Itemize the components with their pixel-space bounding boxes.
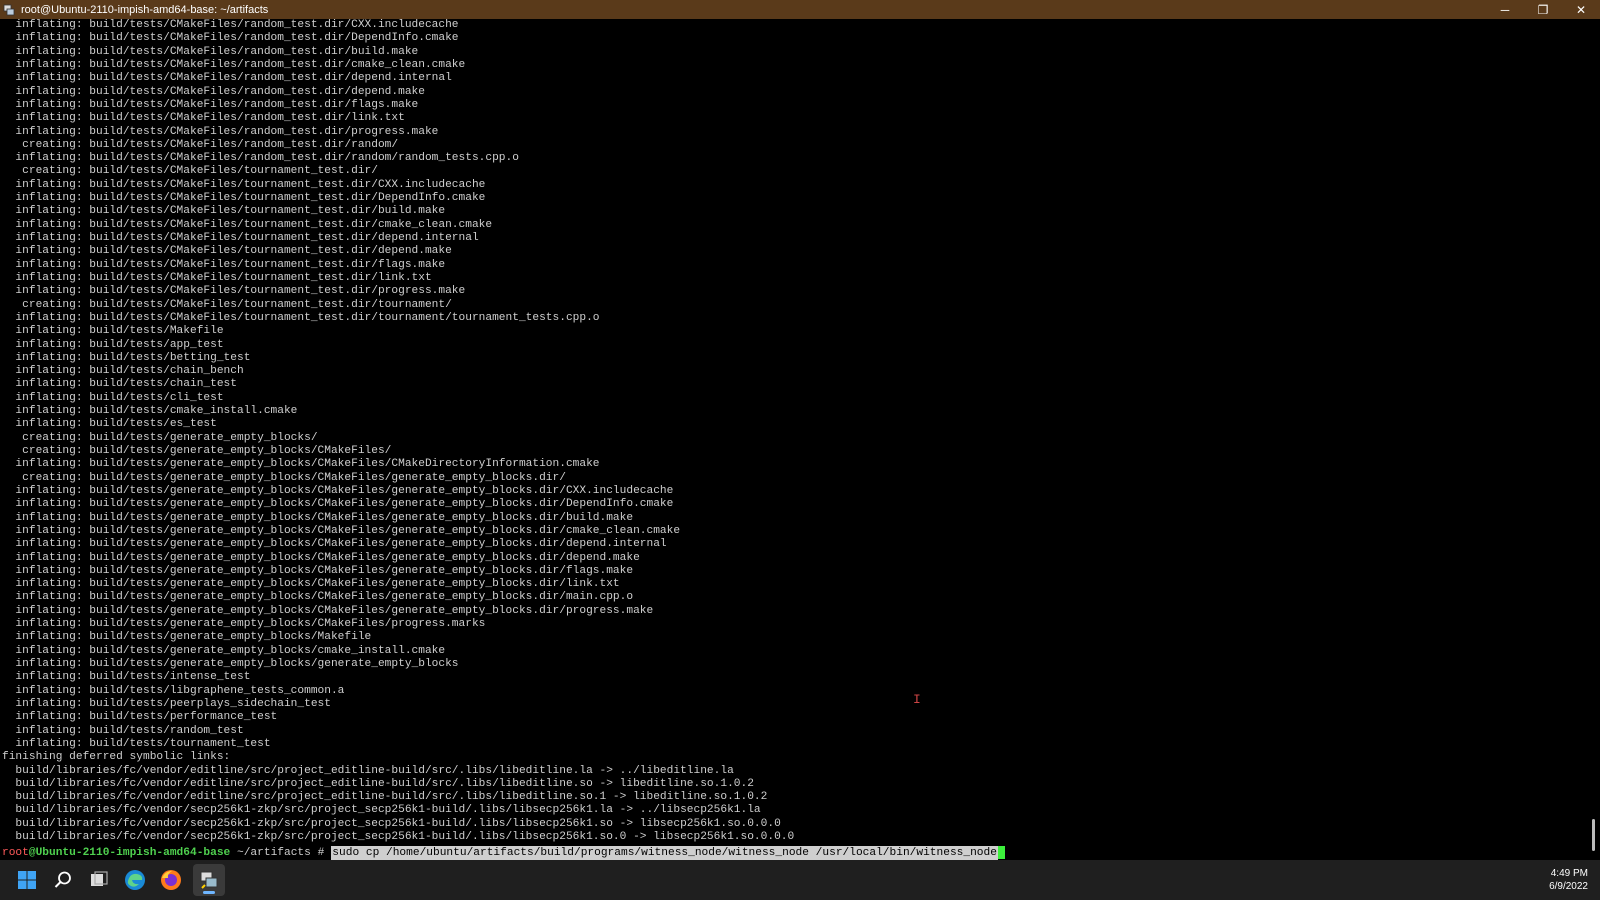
terminal-line: inflating: build/tests/chain_test: [2, 378, 237, 391]
terminal-line: inflating: build/tests/generate_empty_bl…: [2, 644, 446, 657]
terminal-line: inflating: build/tests/CMakeFiles/tourna…: [2, 232, 479, 244]
terminal-line: finishing deferred symbolic links:: [2, 751, 231, 764]
terminal-line: inflating: build/tests/tournament_test: [2, 737, 271, 750]
taskbar: 4:49 PM 6/9/2022: [0, 860, 1600, 900]
terminal-line: build/libraries/fc/vendor/editline/src/p…: [2, 764, 734, 777]
terminal-line: inflating: build/tests/generate_empty_bl…: [2, 618, 486, 631]
terminal-line: build/libraries/fc/vendor/editline/src/p…: [2, 791, 768, 804]
ibeam-cursor-icon: I: [913, 692, 921, 707]
terminal-line: creating: build/tests/generate_empty_blo…: [2, 445, 392, 457]
terminal-line: inflating: build/tests/CMakeFiles/random…: [2, 58, 466, 71]
terminal-line: inflating: build/tests/CMakeFiles/random…: [2, 19, 459, 31]
terminal-area[interactable]: inflating: build/tests/CMakeFiles/random…: [0, 19, 1584, 860]
terminal-line: inflating: build/tests/chain_bench: [2, 365, 244, 378]
scrollbar-thumb[interactable]: [1592, 819, 1595, 851]
terminal-line: inflating: build/tests/generate_empty_bl…: [2, 631, 372, 644]
terminal-line: creating: build/tests/generate_empty_blo…: [2, 431, 318, 444]
terminal-line: inflating: build/tests/CMakeFiles/random…: [2, 72, 452, 85]
terminal-line: creating: build/tests/CMakeFiles/random_…: [2, 138, 399, 151]
terminal-line: inflating: build/tests/cmake_install.cma…: [2, 405, 298, 418]
terminal-line: inflating: build/tests/CMakeFiles/random…: [2, 112, 405, 125]
terminal-line: inflating: build/tests/CMakeFiles/tourna…: [2, 218, 493, 231]
terminal-line: inflating: build/tests/generate_empty_bl…: [2, 551, 640, 564]
windows-start-icon[interactable]: [11, 864, 43, 896]
terminal-line: inflating: build/tests/CMakeFiles/tourna…: [2, 178, 486, 191]
terminal-line: inflating: build/tests/libgraphene_tests…: [2, 684, 345, 697]
terminal-line: build/libraries/fc/vendor/secp256k1-zkp/…: [2, 817, 781, 830]
terminal-line: creating: build/tests/CMakeFiles/tournam…: [2, 165, 378, 178]
prompt-user: root: [2, 847, 29, 859]
text-cursor: [997, 846, 1005, 859]
edge-icon[interactable]: [119, 864, 151, 896]
system-clock[interactable]: 4:49 PM 6/9/2022: [1549, 867, 1588, 893]
terminal-line: inflating: build/tests/app_test: [2, 338, 224, 351]
terminal-prompt[interactable]: root @Ubuntu-2110-impish-amd64-base ~/art…: [2, 846, 1005, 860]
terminal-line: inflating: build/tests/CMakeFiles/tourna…: [2, 258, 446, 271]
terminal-line: inflating: build/tests/generate_empty_bl…: [2, 484, 674, 497]
terminal-line: inflating: build/tests/CMakeFiles/random…: [2, 45, 419, 58]
terminal-line: build/libraries/fc/vendor/secp256k1-zkp/…: [2, 804, 761, 817]
terminal-line: build/libraries/fc/vendor/secp256k1-zkp/…: [2, 831, 795, 844]
terminal-line: inflating: build/tests/CMakeFiles/tourna…: [2, 311, 600, 324]
terminal-line: creating: build/tests/CMakeFiles/tournam…: [2, 298, 452, 311]
terminal-line: inflating: build/tests/CMakeFiles/random…: [2, 85, 425, 98]
terminal-line: inflating: build/tests/random_test: [2, 724, 244, 737]
terminal-line: inflating: build/tests/generate_empty_bl…: [2, 524, 681, 537]
terminal-line: inflating: build/tests/CMakeFiles/tourna…: [2, 192, 486, 205]
putty-icon: [3, 4, 15, 16]
terminal-line: inflating: build/tests/CMakeFiles/random…: [2, 32, 459, 45]
terminal-line: inflating: build/tests/generate_empty_bl…: [2, 658, 459, 670]
terminal-line: inflating: build/tests/CMakeFiles/tourna…: [2, 205, 446, 218]
terminal-line: inflating: build/tests/CMakeFiles/tourna…: [2, 245, 452, 258]
clock-time: 4:49 PM: [1550, 868, 1588, 879]
prompt-symbol: #: [310, 847, 325, 859]
prompt-path: ~/artifacts: [230, 847, 311, 859]
terminal-line: inflating: build/tests/CMakeFiles/random…: [2, 98, 419, 111]
window-titlebar[interactable]: root@Ubuntu-2110-impish-amd64-base: ~/ar…: [0, 0, 1600, 19]
terminal-line: creating: build/tests/generate_empty_blo…: [2, 471, 566, 484]
terminal-line: inflating: build/tests/performance_test: [2, 711, 278, 724]
clock-date: 6/9/2022: [1549, 881, 1588, 892]
task-view-icon[interactable]: [83, 864, 115, 896]
terminal-line: inflating: build/tests/CMakeFiles/tourna…: [2, 285, 466, 298]
putty-taskbar-icon[interactable]: [193, 864, 225, 896]
terminal-line: inflating: build/tests/generate_empty_bl…: [2, 604, 654, 617]
terminal-line: inflating: build/tests/peerplays_sidecha…: [2, 697, 331, 710]
terminal-line: inflating: build/tests/generate_empty_bl…: [2, 458, 600, 471]
terminal-line: inflating: build/tests/cli_test: [2, 391, 224, 404]
terminal-line: inflating: build/tests/Makefile: [2, 325, 224, 338]
terminal-line: build/libraries/fc/vendor/editline/src/p…: [2, 777, 754, 790]
command-input[interactable]: sudo cp /home/ubuntu/artifacts/build/pro…: [331, 846, 998, 860]
terminal-line: inflating: build/tests/generate_empty_bl…: [2, 511, 634, 524]
terminal-line: inflating: build/tests/generate_empty_bl…: [2, 498, 674, 511]
terminal-output: inflating: build/tests/CMakeFiles/random…: [2, 19, 794, 844]
maximize-button[interactable]: ❐: [1524, 0, 1562, 19]
terminal-line: inflating: build/tests/generate_empty_bl…: [2, 578, 620, 591]
terminal-line: inflating: build/tests/generate_empty_bl…: [2, 591, 634, 604]
window-title: root@Ubuntu-2110-impish-amd64-base: ~/ar…: [21, 3, 269, 16]
close-button[interactable]: ✕: [1562, 0, 1600, 19]
terminal-line: inflating: build/tests/betting_test: [2, 351, 251, 364]
terminal-scrollbar[interactable]: [1584, 19, 1600, 860]
terminal-line: inflating: build/tests/intense_test: [2, 671, 251, 684]
prompt-host: @Ubuntu-2110-impish-amd64-base: [28, 847, 231, 859]
terminal-line: inflating: build/tests/CMakeFiles/random…: [2, 152, 519, 165]
firefox-icon[interactable]: [155, 864, 187, 896]
terminal-line: inflating: build/tests/generate_empty_bl…: [2, 564, 634, 577]
search-icon[interactable]: [47, 864, 79, 896]
minimize-button[interactable]: ─: [1486, 0, 1524, 19]
terminal-line: inflating: build/tests/CMakeFiles/tourna…: [2, 271, 432, 284]
terminal-line: inflating: build/tests/es_test: [2, 418, 217, 431]
terminal-line: inflating: build/tests/generate_empty_bl…: [2, 538, 667, 551]
terminal-line: inflating: build/tests/CMakeFiles/random…: [2, 125, 439, 138]
